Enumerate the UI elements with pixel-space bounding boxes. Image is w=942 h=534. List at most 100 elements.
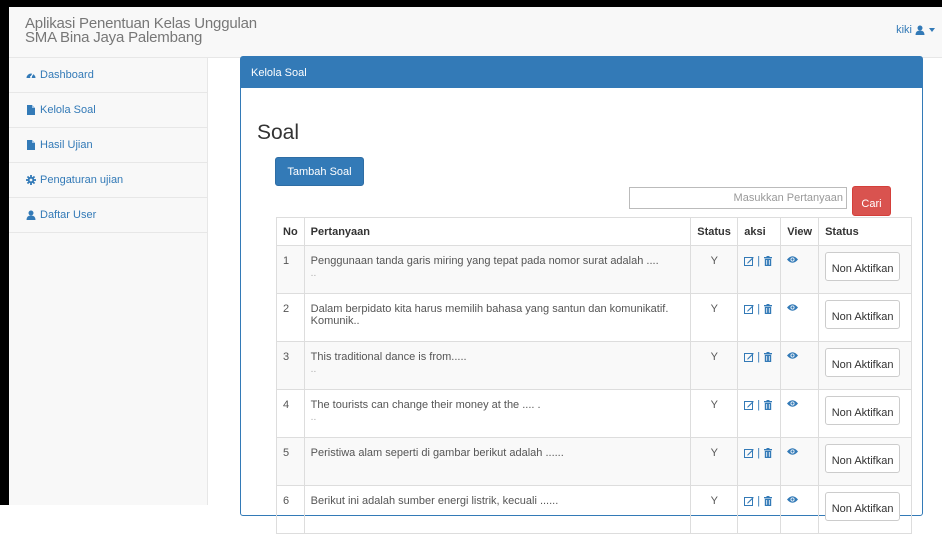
edit-icon[interactable]	[744, 256, 755, 266]
sidebar-item-label: Daftar User	[40, 209, 97, 221]
sidebar-item-label: Kelola Soal	[40, 104, 96, 116]
row-status-action: Non Aktifkan	[818, 437, 912, 486]
sidebar-item-dashboard[interactable]: Dashboard	[9, 58, 207, 93]
action-separator: |	[757, 447, 761, 459]
question-ellipsis: ..	[310, 364, 317, 375]
row-view	[780, 293, 820, 342]
edit-icon[interactable]	[744, 448, 755, 458]
column-header-actions: aksi	[737, 217, 782, 246]
gear-icon	[26, 175, 36, 185]
app-title-line2: SMA Bina Jaya Palembang	[25, 29, 203, 46]
content-panel: Kelola Soal Soal Tambah Soal Masukkan Pe…	[240, 56, 923, 534]
row-view	[780, 437, 820, 486]
row-number: 3	[276, 341, 305, 390]
row-actions: |	[737, 389, 782, 438]
action-separator: |	[757, 303, 761, 315]
deactivate-button[interactable]: Non Aktifkan	[825, 252, 901, 281]
row-view	[780, 389, 820, 438]
eye-icon[interactable]	[787, 447, 799, 456]
dashboard-icon	[26, 73, 36, 78]
row-status: Y	[690, 245, 739, 294]
row-status-action: Non Aktifkan	[818, 389, 912, 438]
eye-icon[interactable]	[787, 351, 799, 360]
table-row: 3 This traditional dance is from..... ..…	[276, 341, 912, 390]
question-ellipsis: ..	[310, 412, 317, 423]
deactivate-button[interactable]: Non Aktifkan	[825, 300, 901, 329]
row-question: Penggunaan tanda garis miring yang tepat…	[303, 245, 692, 294]
trash-icon[interactable]	[763, 448, 773, 458]
row-actions: |	[737, 293, 782, 342]
row-number: 5	[276, 437, 305, 486]
trash-icon[interactable]	[763, 400, 773, 410]
deactivate-button[interactable]: Non Aktifkan	[825, 492, 901, 521]
row-number: 4	[276, 389, 305, 438]
add-question-button[interactable]: Tambah Soal	[275, 157, 364, 186]
trash-icon[interactable]	[763, 304, 773, 314]
question-text: Penggunaan tanda garis miring yang tepat…	[310, 255, 659, 267]
column-header-status: Status	[690, 217, 739, 246]
app-brand[interactable]: Aplikasi Penentuan Kelas Unggulan SMA Bi…	[25, 16, 257, 46]
deactivate-button[interactable]: Non Aktifkan	[825, 396, 901, 425]
row-actions: |	[737, 341, 782, 390]
row-question: Peristiwa alam seperti di gambar berikut…	[303, 437, 692, 486]
row-status: Y	[690, 293, 739, 342]
search-input[interactable]: Masukkan Pertanyaan	[629, 187, 847, 209]
row-status-action: Non Aktifkan	[818, 485, 912, 534]
search-button[interactable]: Cari	[852, 186, 891, 216]
panel-heading: Kelola Soal	[241, 57, 922, 88]
eye-icon[interactable]	[787, 303, 799, 312]
row-status-action: Non Aktifkan	[818, 341, 912, 390]
row-status: Y	[690, 485, 739, 534]
eye-icon[interactable]	[787, 399, 799, 408]
user-menu[interactable]: kiki	[896, 24, 935, 36]
user-icon	[26, 210, 36, 220]
sidebar-item-label: Pengaturan ujian	[40, 174, 124, 186]
table-header-row: No Pertanyaan Status aksi View Status	[276, 217, 912, 246]
trash-icon[interactable]	[763, 256, 773, 266]
row-view	[780, 341, 820, 390]
chevron-down-icon	[929, 28, 935, 32]
question-ellipsis: ..	[310, 268, 317, 279]
user-icon	[915, 25, 925, 35]
edit-icon[interactable]	[744, 352, 755, 362]
row-number: 6	[276, 485, 305, 534]
window-frame-top	[0, 0, 942, 7]
questions-table: No Pertanyaan Status aksi View Status 1 …	[276, 217, 912, 534]
column-header-view: View	[780, 217, 820, 246]
row-view	[780, 485, 820, 534]
sidebar-item-hasil-ujian[interactable]: Hasil Ujian	[9, 128, 207, 163]
sidebar: Dashboard Kelola Soal Hasil Ujian Pengat…	[9, 58, 208, 505]
sidebar-item-label: Dashboard	[40, 69, 94, 81]
question-text: The tourists can change their money at t…	[310, 399, 541, 411]
question-text: This traditional dance is from.....	[310, 351, 467, 363]
row-question: This traditional dance is from..... ..	[303, 341, 692, 390]
row-question: Berikut ini adalah sumber energi listrik…	[303, 485, 692, 534]
action-separator: |	[757, 495, 761, 507]
trash-icon[interactable]	[763, 352, 773, 362]
table-row: 4 The tourists can change their money at…	[276, 389, 912, 438]
column-header-question: Pertanyaan	[303, 217, 692, 246]
top-navbar: Aplikasi Penentuan Kelas Unggulan SMA Bi…	[9, 7, 942, 58]
eye-icon[interactable]	[787, 495, 799, 504]
row-number: 1	[276, 245, 305, 294]
row-status-action: Non Aktifkan	[818, 293, 912, 342]
row-status: Y	[690, 341, 739, 390]
sidebar-item-kelola-soal[interactable]: Kelola Soal	[9, 93, 207, 128]
row-actions: |	[737, 437, 782, 486]
action-separator: |	[757, 399, 761, 411]
deactivate-button[interactable]: Non Aktifkan	[825, 444, 901, 473]
edit-icon[interactable]	[744, 304, 755, 314]
page-title: Soal	[257, 121, 300, 144]
table-row: 6 Berikut ini adalah sumber energi listr…	[276, 485, 912, 534]
edit-icon[interactable]	[744, 400, 755, 410]
sidebar-item-pengaturan-ujian[interactable]: Pengaturan ujian	[9, 163, 207, 198]
row-number: 2	[276, 293, 305, 342]
row-status: Y	[690, 389, 739, 438]
deactivate-button[interactable]: Non Aktifkan	[825, 348, 901, 377]
sidebar-item-daftar-user[interactable]: Daftar User	[9, 198, 207, 233]
row-status: Y	[690, 437, 739, 486]
eye-icon[interactable]	[787, 255, 799, 264]
question-text: Dalam berpidato kita harus memilih bahas…	[310, 303, 669, 327]
row-actions: |	[737, 245, 782, 294]
row-status-action: Non Aktifkan	[818, 245, 912, 294]
